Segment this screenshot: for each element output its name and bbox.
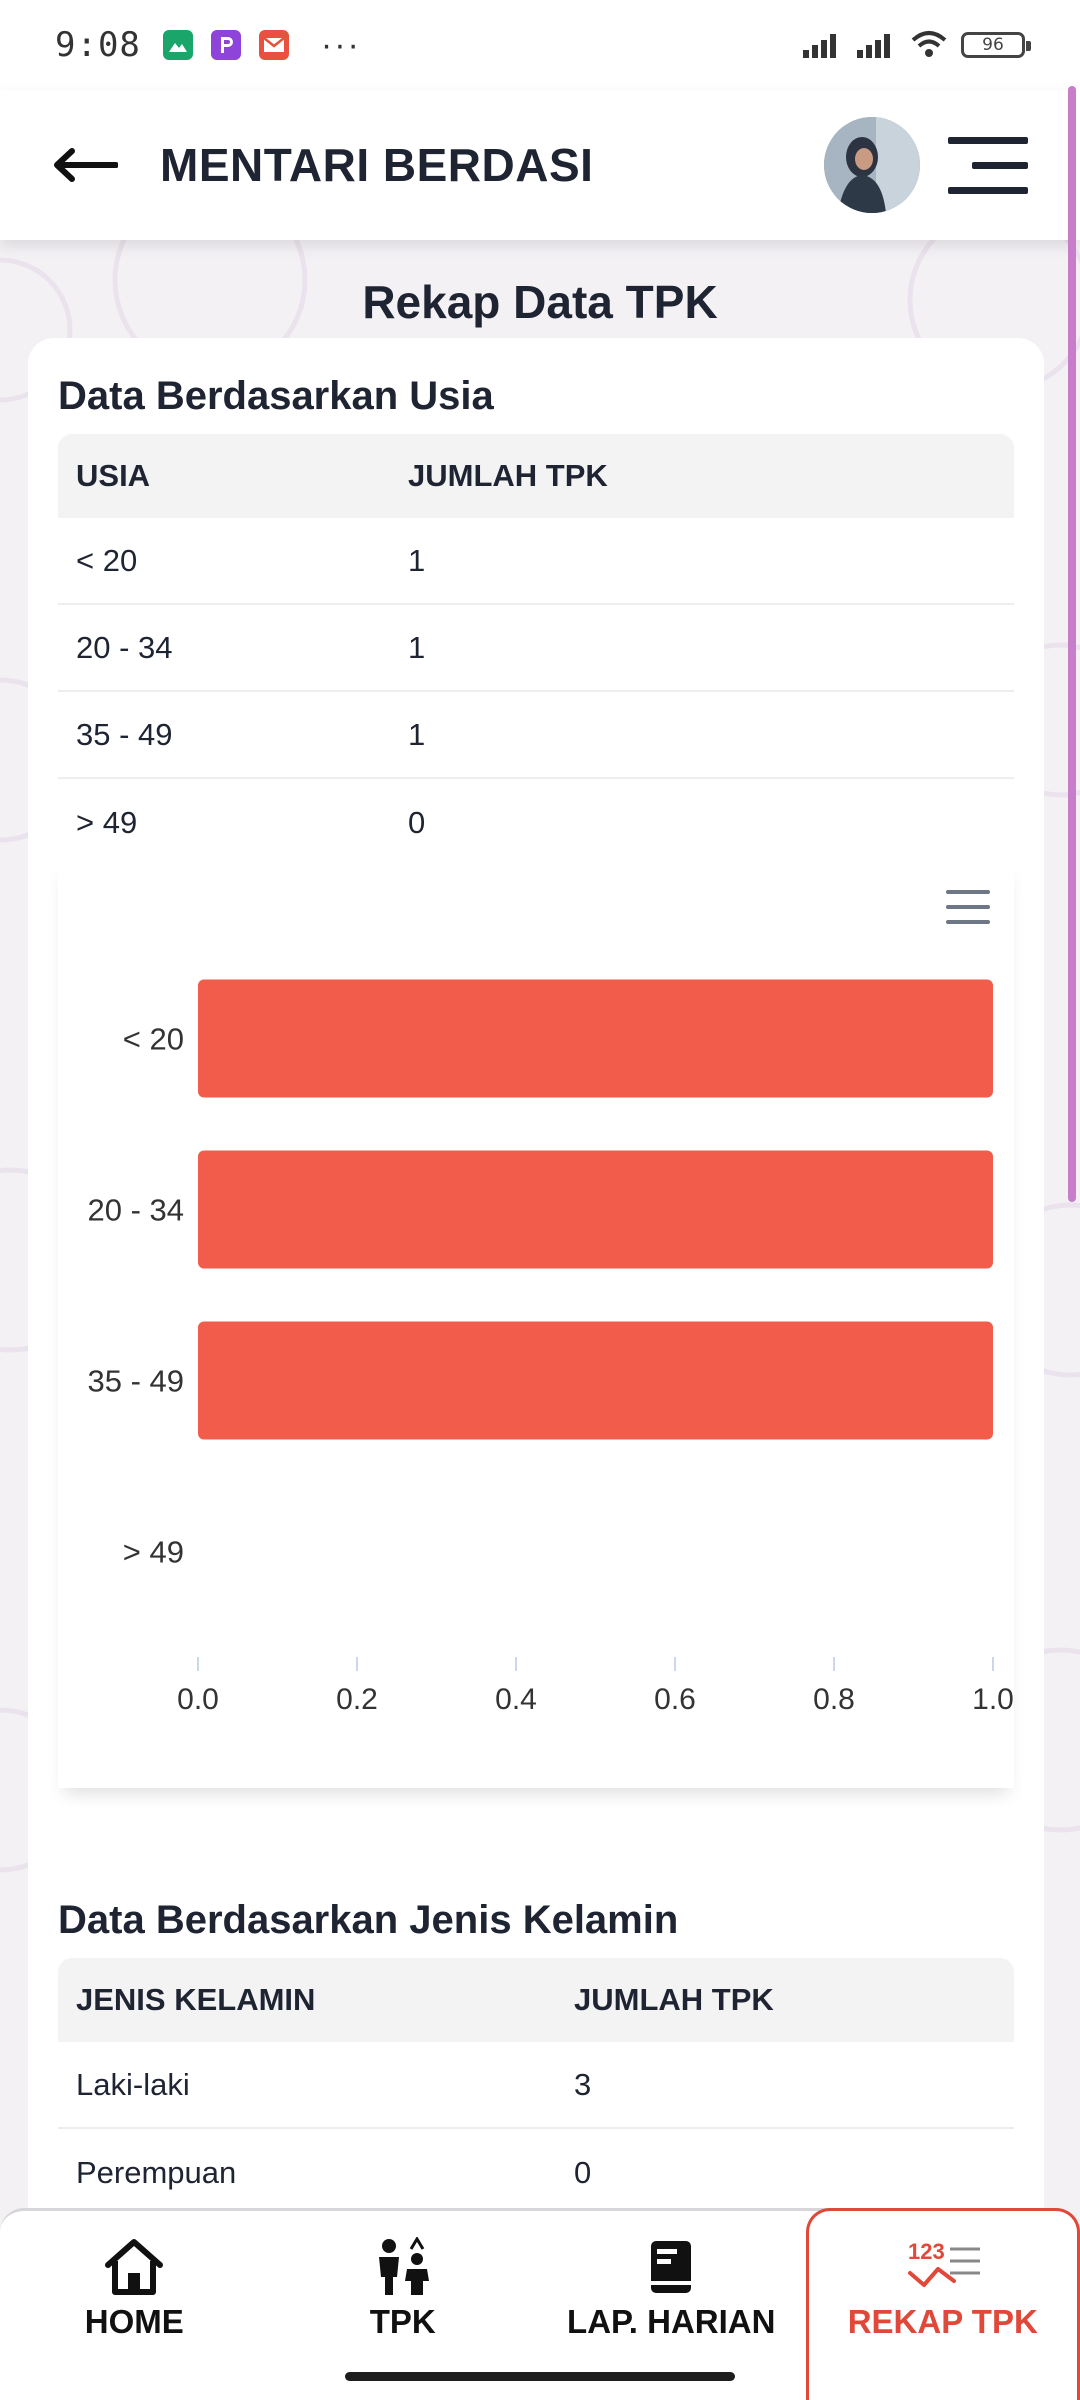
bar-2[interactable]: [198, 1321, 993, 1440]
row-value: 1: [408, 629, 426, 665]
age-section-title: Data Berdasarkan Usia: [58, 374, 494, 418]
chart-list-icon: 123: [907, 2239, 980, 2287]
table-row: 20 - 34 1: [58, 605, 1014, 692]
category-label: > 49: [123, 1535, 184, 1570]
nav-label: REKAP TPK: [847, 2303, 1038, 2340]
nav-label: TPK: [369, 2303, 436, 2340]
row-value: 3: [574, 2066, 592, 2102]
gender-table-header: JENIS KELAMIN JUMLAH TPK: [58, 1958, 1014, 2042]
more-notifications-icon: ···: [320, 25, 361, 64]
nav-label: HOME: [84, 2303, 184, 2340]
avatar-image: [824, 117, 920, 213]
col-jumlah-header: JUMLAH TPK: [408, 458, 608, 493]
home-icon: [105, 2239, 164, 2295]
age-bar-chart: < 20 20 - 34 35 - 49 > 49 0.0 0.2 0.4 0.6 0.8 1.0: [58, 858, 1014, 1788]
battery-icon: 96: [961, 32, 1031, 58]
row-value: 1: [408, 542, 426, 578]
gender-table: JENIS KELAMIN JUMLAH TPK Laki-laki 3 Per…: [58, 1958, 1014, 2216]
row-label: Perempuan: [76, 2154, 237, 2190]
table-row: > 49 0: [58, 779, 1014, 866]
row-value: 0: [408, 804, 426, 840]
category-label: < 20: [123, 1022, 184, 1057]
mail-icon: [258, 30, 289, 60]
report-icon: [651, 2241, 692, 2293]
menu-line-icon: [972, 161, 1028, 169]
table-row: Perempuan 0: [58, 2129, 1014, 2216]
x-tick-label: 0.2: [336, 1683, 378, 1716]
x-tick-label: 0.8: [813, 1683, 855, 1716]
table-row: 35 - 49 1: [58, 692, 1014, 779]
table-row: Laki-laki 3: [58, 2042, 1014, 2129]
app-header: MENTARI BERDASI: [0, 90, 1080, 240]
bar-0[interactable]: [198, 979, 993, 1098]
chart-svg: < 20 20 - 34 35 - 49 > 49 0.0 0.2 0.4 0.6 0.8 1.0: [87, 979, 1014, 1716]
col-usia-header: USIA: [76, 458, 151, 493]
home-indicator: [345, 2372, 735, 2381]
gallery-app-icon: [162, 30, 193, 60]
col-jenis-kelamin-header: JENIS KELAMIN: [76, 1982, 316, 2017]
nav-home[interactable]: HOME: [0, 2211, 269, 2400]
back-button[interactable]: [52, 140, 132, 190]
wifi-icon: [911, 31, 947, 57]
row-label: 20 - 34: [76, 629, 173, 665]
menu-line-icon: [948, 186, 1028, 194]
x-tick-label: 0.6: [654, 1683, 696, 1716]
status-right: 96: [803, 30, 1031, 60]
row-value: 0: [574, 2154, 592, 2190]
svg-text:123: 123: [908, 2239, 945, 2264]
col-jumlah-header: JUMLAH TPK: [574, 1982, 774, 2017]
age-table-header: USIA JUMLAH TPK: [58, 434, 1014, 518]
category-label: 35 - 49: [87, 1364, 184, 1399]
category-label: 20 - 34: [87, 1193, 184, 1228]
signal-icon: [803, 34, 836, 58]
row-label: < 20: [76, 542, 138, 578]
avatar[interactable]: [824, 117, 920, 213]
row-label: Laki-laki: [76, 2066, 190, 2102]
x-tick-label: 0.0: [177, 1683, 219, 1716]
page-title: Rekap Data TPK: [362, 276, 718, 328]
row-label: > 49: [76, 804, 138, 840]
status-time: 9:08: [55, 25, 141, 65]
scrollbar[interactable]: [1068, 86, 1076, 1202]
menu-line-icon: [948, 136, 1028, 144]
signal-icon-2: [857, 34, 890, 58]
hamburger-menu-button[interactable]: [948, 125, 1028, 205]
back-arrow-icon: [54, 148, 118, 182]
p-app-icon: [210, 30, 241, 60]
family-icon: [378, 2237, 429, 2295]
gender-section-title: Data Berdasarkan Jenis Kelamin: [58, 1898, 679, 1942]
table-row: < 20 1: [58, 518, 1014, 605]
nav-rekap-tpk[interactable]: 123 REKAP TPK: [805, 2208, 1080, 2400]
app-title: MENTARI BERDASI: [160, 139, 594, 191]
x-tick-label: 0.4: [495, 1683, 537, 1716]
age-table: USIA JUMLAH TPK < 20 1 20 - 34 1 35 - 49…: [58, 434, 1014, 866]
x-tick-label: 1.0: [972, 1683, 1014, 1716]
content-card: Data Berdasarkan Usia USIA JUMLAH TPK < …: [28, 338, 1044, 2400]
bar-1[interactable]: [198, 1150, 993, 1269]
nav-label: LAP. HARIAN: [567, 2303, 776, 2340]
row-value: 1: [408, 716, 426, 752]
status-bar: 9:08 ··· 96: [0, 0, 1080, 90]
notification-icons: ···: [162, 25, 361, 65]
row-label: 35 - 49: [76, 716, 173, 752]
